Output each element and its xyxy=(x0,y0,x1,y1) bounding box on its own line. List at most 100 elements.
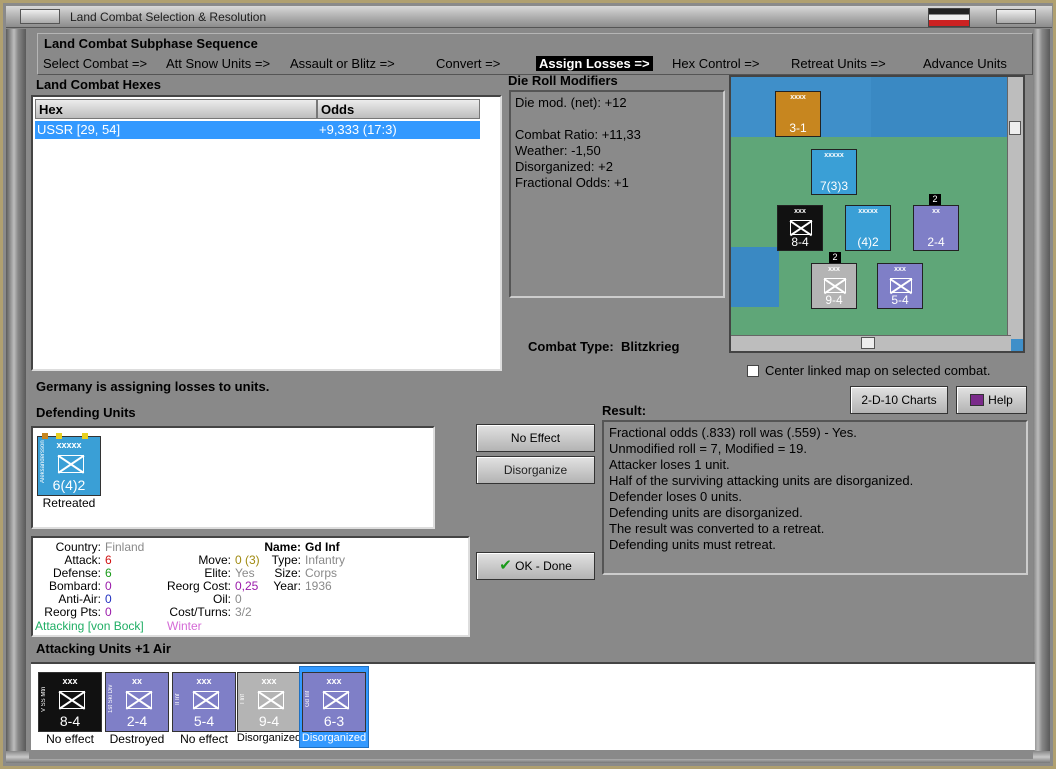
center-map-checkbox[interactable]: Center linked map on selected combat. xyxy=(747,363,990,378)
die-roll-label: Die Roll Modifiers xyxy=(508,73,618,88)
combat-type-value: Blitzkrieg xyxy=(620,339,680,354)
charts-button[interactable]: 2-D-10 Charts xyxy=(850,386,948,414)
hex-cell: USSR [29, 54] xyxy=(37,122,121,137)
map-counter[interactable]: xxxxx (4)2 xyxy=(845,205,891,251)
column-header-hex[interactable]: Hex xyxy=(35,99,317,119)
name-label: Name: xyxy=(264,540,301,554)
oil-value: 0 xyxy=(235,592,242,606)
weather-value: Winter xyxy=(167,619,202,633)
defending-unit-caption: Retreated xyxy=(42,496,96,510)
combat-ratio-line: Combat Ratio: +11,33 xyxy=(515,127,641,142)
attacking-units-box: xxx V SS Mtn 8-4 No effect xx 1st Ski Di… xyxy=(31,662,1035,750)
infantry-symbol-icon xyxy=(258,691,284,709)
system-menu-icon[interactable] xyxy=(20,9,60,24)
map-vertical-scrollbar[interactable] xyxy=(1007,77,1023,339)
oil-label: Oil: xyxy=(213,592,231,606)
defending-unit-counter[interactable]: xxxxx Aleksandersson 6(4)2 xyxy=(37,433,101,496)
infantry-symbol-icon xyxy=(790,220,812,235)
infantry-symbol-icon xyxy=(59,691,85,709)
map-counter[interactable]: xxxxx 7(3)3 xyxy=(811,149,857,195)
attacking-unit-counter[interactable]: xxx II Inf 5-4 xyxy=(172,672,236,732)
defense-value: 6 xyxy=(105,566,112,580)
status-dot xyxy=(42,433,48,439)
attacking-unit-caption: No effect xyxy=(46,732,94,746)
reorgcost-value: 0,25 xyxy=(235,579,259,593)
costturns-value: 3/2 xyxy=(235,605,252,619)
result-line: The result was converted to a retreat. xyxy=(609,521,825,536)
mini-map[interactable]: xxxx 3-1 xxxxx 7(3)3 xxx 8-4 xxxxx (4)2 … xyxy=(729,75,1025,353)
checkmark-icon: ✔ xyxy=(499,557,512,574)
year-value: 1936 xyxy=(305,579,332,593)
no-effect-button[interactable]: No Effect xyxy=(476,424,595,452)
hscroll-thumb[interactable] xyxy=(861,337,875,349)
map-counter[interactable]: xxx 8-4 xyxy=(777,205,823,251)
close-button[interactable] xyxy=(996,9,1036,24)
status-dot xyxy=(56,433,62,439)
infantry-symbol-icon xyxy=(193,691,219,709)
disorganize-button[interactable]: Disorganize xyxy=(476,456,595,484)
german-flag-icon xyxy=(928,8,970,27)
right-frame xyxy=(1030,29,1050,758)
attacking-unit-caption: No effect xyxy=(180,732,228,746)
attacking-commander: Attacking [von Bock] xyxy=(35,619,144,633)
move-label: Move: xyxy=(198,553,231,567)
combat-window: Land Combat Selection & Resolution Land … xyxy=(0,0,1056,769)
attack-label: Attack: xyxy=(64,553,101,567)
step-advance-units: Advance Units xyxy=(923,56,1007,71)
ok-done-label: OK - Done xyxy=(515,559,572,573)
attacking-label: Attacking Units +1 Air xyxy=(36,641,171,656)
type-label: Type: xyxy=(271,553,301,567)
help-label: Help xyxy=(988,393,1013,407)
result-line: Defending units must retreat. xyxy=(609,537,776,552)
checkbox-label: Center linked map on selected combat. xyxy=(765,363,991,378)
step-select-combat: Select Combat => xyxy=(43,56,148,71)
die-mod-line: Die mod. (net): +12 xyxy=(515,95,627,110)
title-bar: Land Combat Selection & Resolution xyxy=(6,6,1052,28)
map-horizontal-scrollbar[interactable] xyxy=(731,335,1011,351)
map-lake xyxy=(731,247,779,307)
result-line: Defender loses 0 units. xyxy=(609,489,742,504)
infantry-symbol-icon xyxy=(58,455,84,473)
ok-done-button[interactable]: ✔ OK - Done xyxy=(476,552,595,580)
attack-value: 6 xyxy=(105,553,112,567)
result-panel: Fractional odds (.833) roll was (.559) -… xyxy=(602,420,1028,575)
hexes-label: Land Combat Hexes xyxy=(36,77,161,92)
attacking-unit-counter[interactable]: xx 1st Ski Div 2-4 xyxy=(105,672,169,732)
combat-type: Combat Type: Blitzkrieg xyxy=(528,339,679,354)
size-label: Size: xyxy=(274,566,301,580)
attacking-unit-counter[interactable]: xxx V SS Mtn 8-4 xyxy=(38,672,102,732)
dialog-body: Land Combat Subphase Sequence Select Com… xyxy=(29,29,1035,759)
disorganized-line: Disorganized: +2 xyxy=(515,159,613,174)
stack-count-badge: 2 xyxy=(829,252,841,263)
map-sea xyxy=(871,77,1011,137)
result-line: Attacker loses 1 unit. xyxy=(609,457,730,472)
table-row[interactable]: USSR [29, 54] +9,333 (17:3) xyxy=(35,121,480,139)
left-frame xyxy=(6,29,26,758)
unit-info-panel: Country: Finland Attack: 6 Defense: 6 Bo… xyxy=(31,536,470,637)
result-line: Defending units are disorganized. xyxy=(609,505,803,520)
size-value: Corps xyxy=(305,566,338,580)
combat-hex-list[interactable]: Hex Odds USSR [29, 54] +9,333 (17:3) xyxy=(31,95,502,371)
country-label: Country: xyxy=(55,540,101,554)
step-retreat-units: Retreat Units => xyxy=(791,56,886,71)
fractional-odds-line: Fractional Odds: +1 xyxy=(515,175,629,190)
attacking-unit-counter[interactable]: xxx I Inf 9-4 xyxy=(237,672,301,732)
map-counter[interactable]: xxx 5-4 xyxy=(877,263,923,309)
defending-label: Defending Units xyxy=(36,405,136,420)
column-header-odds[interactable]: Odds xyxy=(317,99,480,119)
subphase-sequence: Land Combat Subphase Sequence Select Com… xyxy=(37,33,1033,75)
bombard-value: 0 xyxy=(105,579,112,593)
map-counter[interactable]: xxx 9-4 xyxy=(811,263,857,309)
help-button[interactable]: Help xyxy=(956,386,1027,414)
attacking-unit-caption: Destroyed xyxy=(109,732,165,746)
step-assault-blitz: Assault or Blitz => xyxy=(290,56,395,71)
combat-type-label: Combat Type: xyxy=(528,339,614,354)
vscroll-thumb[interactable] xyxy=(1009,121,1021,135)
checkbox-box[interactable] xyxy=(747,365,759,377)
attacking-unit-counter[interactable]: xxx Gd Inf 6-3 xyxy=(302,672,366,732)
map-counter[interactable]: xxxx 3-1 xyxy=(775,91,821,137)
step-assign-losses: Assign Losses => xyxy=(536,56,653,71)
map-counter[interactable]: xx 2-4 xyxy=(913,205,959,251)
country-value: Finland xyxy=(105,540,145,554)
